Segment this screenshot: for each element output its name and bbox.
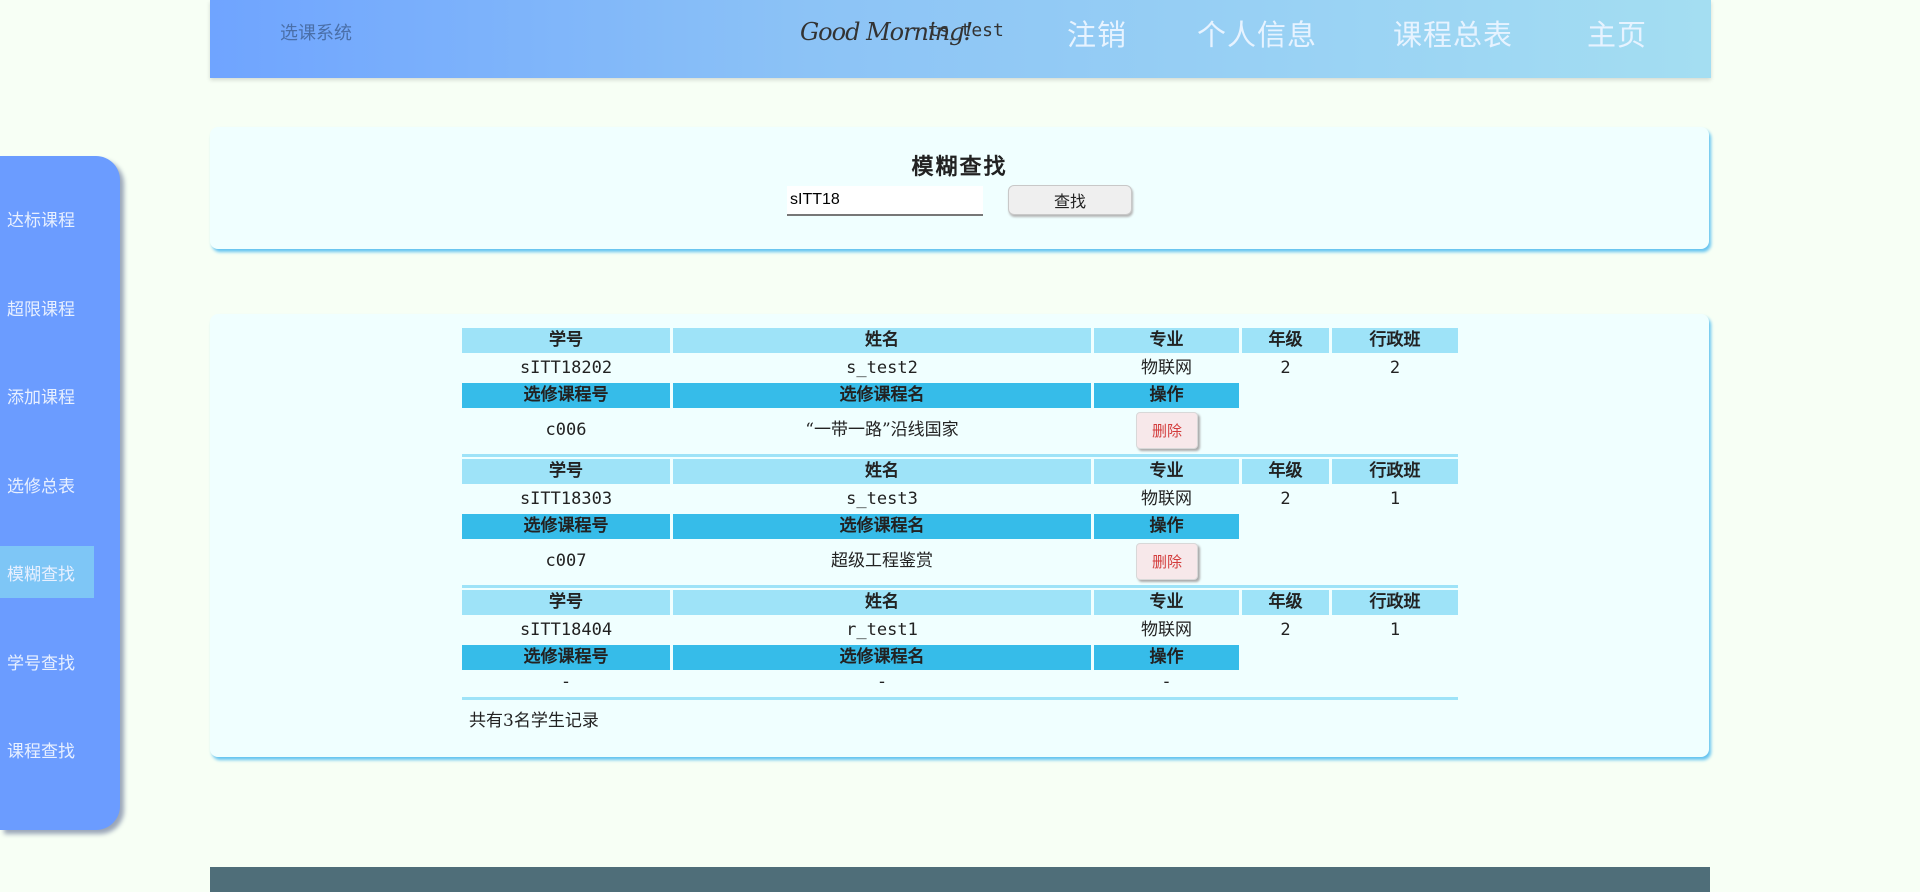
group-divider [462,585,1458,588]
student-class: 2 [1389,358,1401,378]
delete-button[interactable]: 删除 [1136,412,1198,449]
student-grade: 2 [1280,620,1291,640]
student-row: sITT18404 r_test1 物联网 2 1 [462,618,1458,643]
header-course-code: 选修课程号 [462,514,670,539]
student-row: sITT18303 s_test3 物联网 2 1 [462,487,1458,512]
header-action: 操作 [1094,514,1239,539]
header-course-code: 选修课程号 [462,645,670,670]
course-header-row: 选修课程号 选修课程名 操作 [462,645,1458,670]
delete-button[interactable]: 删除 [1136,543,1198,580]
student-name: r_test1 [846,620,918,640]
student-grade: 2 [1280,489,1291,509]
header-action: 操作 [1094,645,1239,670]
search-panel: 模糊查找 查找 [210,127,1709,249]
course-name: 超级工程鉴赏 [831,551,933,571]
header-major: 专业 [1094,459,1239,484]
header-grade: 年级 [1242,590,1329,615]
header-bar: 选课系统 Good Morning! ts_test 注销 个人信息 课程总表 … [210,0,1711,78]
course-row: c007 超级工程鉴赏 删除 [462,539,1458,583]
student-header-row: 学号 姓名 专业 年级 行政班 [462,328,1458,353]
course-code: c006 [545,420,587,440]
footer-bar [210,867,1710,892]
course-row-empty: - - - [462,670,1458,695]
search-title: 模糊查找 [911,154,1008,180]
course-name: “一带一路”沿线国家 [805,420,959,440]
student-group: 学号 姓名 专业 年级 行政班 sITT18202 s_test2 物联网 2 … [462,328,1458,457]
results-panel: 学号 姓名 专业 年级 行政班 sITT18202 s_test2 物联网 2 … [210,314,1709,757]
sidebar-item-over-limit-courses[interactable]: 超限课程 [7,295,75,320]
app-title: 选课系统 [280,23,352,44]
search-input[interactable] [787,186,983,216]
student-header-row: 学号 姓名 专业 年级 行政班 [462,590,1458,615]
nav-course-table[interactable]: 课程总表 [1393,12,1513,54]
student-group: 学号 姓名 专业 年级 行政班 sITT18404 r_test1 物联网 2 … [462,590,1458,700]
header-student-id: 学号 [462,459,670,484]
header-grade: 年级 [1242,459,1329,484]
student-grade: 2 [1280,358,1291,378]
student-id: sITT18202 [519,358,613,378]
course-header-row: 选修课程号 选修课程名 操作 [462,514,1458,539]
header-class: 行政班 [1332,328,1458,353]
nav-profile[interactable]: 个人信息 [1197,12,1317,54]
header-student-id: 学号 [462,590,670,615]
sidebar-item-elective-summary[interactable]: 选修总表 [7,472,75,497]
header-action: 操作 [1094,383,1239,408]
total-records: 共有3名学生记录 [469,711,599,731]
empty-course-code: - [560,672,572,692]
student-major: 物联网 [1141,620,1192,640]
nav-home[interactable]: 主页 [1587,12,1647,54]
header-class: 行政班 [1332,459,1458,484]
header-student-id: 学号 [462,328,670,353]
empty-course-name: - [876,672,888,692]
student-id: sITT18303 [519,489,613,509]
results-table: 学号 姓名 专业 年级 行政班 sITT18202 s_test2 物联网 2 … [462,328,1458,731]
header-name: 姓名 [673,328,1091,353]
username-label: ts_test [928,20,1004,41]
header-major: 专业 [1094,328,1239,353]
group-divider [462,454,1458,457]
header-name: 姓名 [673,590,1091,615]
student-name: s_test3 [846,489,918,509]
header-major: 专业 [1094,590,1239,615]
empty-action: - [1161,672,1172,692]
header-class: 行政班 [1332,590,1458,615]
student-class: 1 [1389,489,1401,509]
sidebar-item-id-search[interactable]: 学号查找 [7,649,75,674]
header-name: 姓名 [673,459,1091,484]
header-grade: 年级 [1242,328,1329,353]
course-header-row: 选修课程号 选修课程名 操作 [462,383,1458,408]
sidebar-item-course-search[interactable]: 课程查找 [7,737,75,762]
sidebar-item-qualified-courses[interactable]: 达标课程 [7,206,75,231]
sidebar-item-add-course[interactable]: 添加课程 [7,383,75,408]
student-class: 1 [1389,620,1401,640]
student-major: 物联网 [1141,489,1192,509]
header-course-code: 选修课程号 [462,383,670,408]
search-button[interactable]: 查找 [1008,185,1132,215]
header-course-name: 选修课程名 [673,514,1091,539]
student-header-row: 学号 姓名 专业 年级 行政班 [462,459,1458,484]
student-id: sITT18404 [519,620,613,640]
student-group: 学号 姓名 专业 年级 行政班 sITT18303 s_test3 物联网 2 … [462,459,1458,588]
header-course-name: 选修课程名 [673,645,1091,670]
sidebar-item-fuzzy-search[interactable]: 模糊查找 [7,560,75,585]
nav-logout[interactable]: 注销 [1067,12,1127,54]
header-course-name: 选修课程名 [673,383,1091,408]
sidebar: 达标课程 超限课程 添加课程 选修总表 模糊查找 学号查找 课程查找 [0,156,120,830]
group-divider [462,697,1458,700]
student-name: s_test2 [846,358,918,378]
course-code: c007 [545,551,587,571]
course-row: c006 “一带一路”沿线国家 删除 [462,408,1458,452]
student-major: 物联网 [1141,358,1192,378]
student-row: sITT18202 s_test2 物联网 2 2 [462,356,1458,381]
